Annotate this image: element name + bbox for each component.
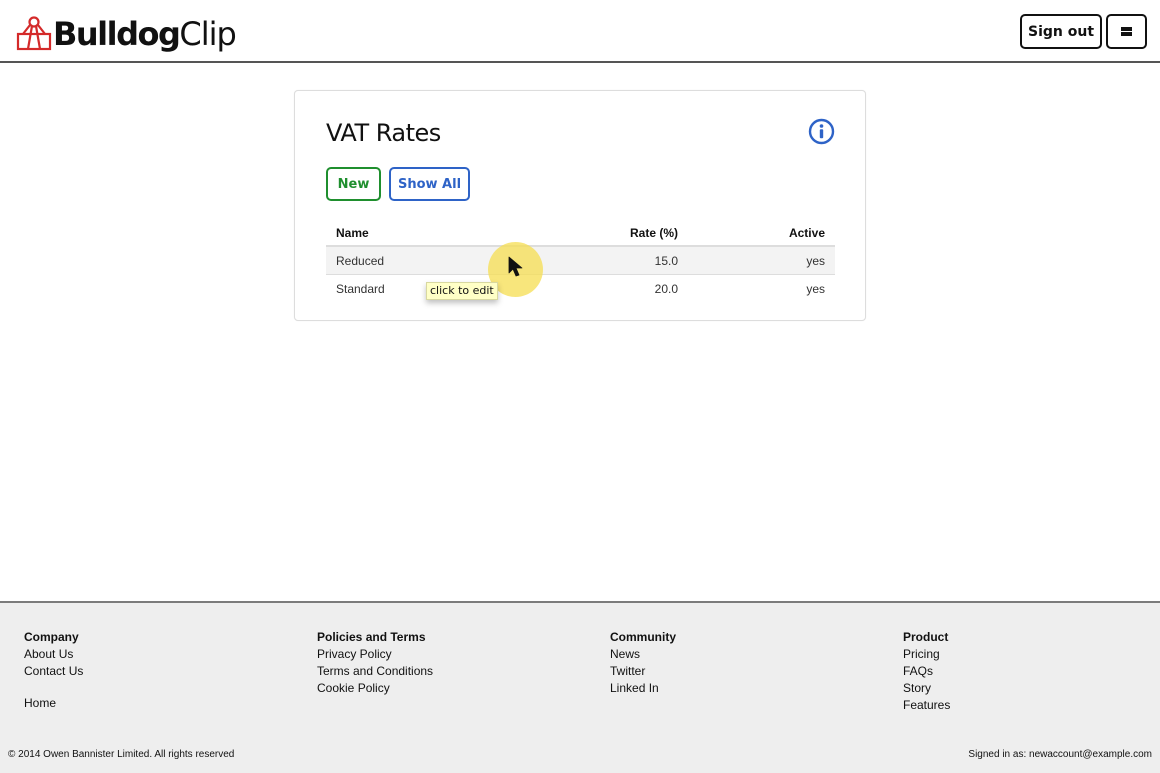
footer-link-terms[interactable]: Terms and Conditions (317, 663, 433, 680)
footer-link-story[interactable]: Story (903, 680, 950, 697)
footer-column-community: Community News Twitter Linked In (610, 629, 676, 697)
tooltip: click to edit (426, 282, 498, 300)
table-row[interactable]: Reduced 15.0 yes (326, 247, 835, 275)
footer-link-faqs[interactable]: FAQs (903, 663, 950, 680)
footer-link-home[interactable]: Home (24, 695, 83, 712)
footer-link-pricing[interactable]: Pricing (903, 646, 950, 663)
table-row[interactable]: Standard 20.0 yes (326, 275, 835, 303)
cell-active: yes (806, 254, 825, 268)
menu-button[interactable] (1106, 14, 1147, 49)
table-header: Name Rate (%) Active (326, 219, 835, 247)
logo-text-light: Clip (179, 15, 236, 53)
footer-link-cookie-policy[interactable]: Cookie Policy (317, 680, 433, 697)
sign-out-button[interactable]: Sign out (1020, 14, 1102, 49)
vat-rates-card: VAT Rates New Show All Name Rate (%) Act… (294, 90, 866, 321)
footer-link-news[interactable]: News (610, 646, 676, 663)
footer-heading: Product (903, 630, 949, 644)
bulldog-clip-icon (16, 16, 52, 51)
hamburger-menu-icon (1121, 26, 1132, 37)
footer-column-product: Product Pricing FAQs Story Features (903, 629, 950, 714)
copyright-text: © 2014 Owen Bannister Limited. All right… (8, 749, 235, 760)
new-button[interactable]: New (326, 167, 381, 201)
info-circle-icon[interactable] (808, 118, 835, 145)
footer-heading: Community (610, 630, 676, 644)
column-header-name[interactable]: Name (336, 226, 369, 240)
mouse-pointer-icon (508, 256, 523, 277)
column-header-rate[interactable]: Rate (%) (630, 226, 678, 240)
footer-link-privacy-policy[interactable]: Privacy Policy (317, 646, 433, 663)
page-title: VAT Rates (326, 119, 441, 147)
signed-in-status: Signed in as: newaccount@example.com (968, 749, 1152, 760)
footer-link-about-us[interactable]: About Us (24, 646, 83, 663)
cell-rate: 20.0 (654, 282, 678, 296)
footer-link-contact-us[interactable]: Contact Us (24, 663, 83, 680)
footer-link-twitter[interactable]: Twitter (610, 663, 676, 680)
cell-rate: 15.0 (654, 254, 678, 268)
cell-name: Reduced (336, 254, 385, 268)
footer-link-features[interactable]: Features (903, 697, 950, 714)
footer-link-linkedin[interactable]: Linked In (610, 680, 676, 697)
footer-column-company: Company About Us Contact Us Home (24, 629, 83, 712)
footer: Company About Us Contact Us Home Policie… (0, 601, 1160, 773)
cell-name: Standard (336, 282, 385, 296)
logo-text-bold: Bulldog (53, 15, 181, 53)
show-all-button[interactable]: Show All (389, 167, 470, 201)
cell-active: yes (806, 282, 825, 296)
footer-heading: Policies and Terms (317, 630, 426, 644)
top-header: Bulldog Clip Sign out (0, 0, 1160, 63)
footer-column-policies: Policies and Terms Privacy Policy Terms … (317, 629, 433, 697)
logo[interactable]: Bulldog Clip (16, 13, 237, 55)
vat-rates-table: Name Rate (%) Active Reduced 15.0 yes St… (326, 219, 835, 303)
column-header-active[interactable]: Active (789, 226, 825, 240)
footer-heading: Company (24, 630, 79, 644)
